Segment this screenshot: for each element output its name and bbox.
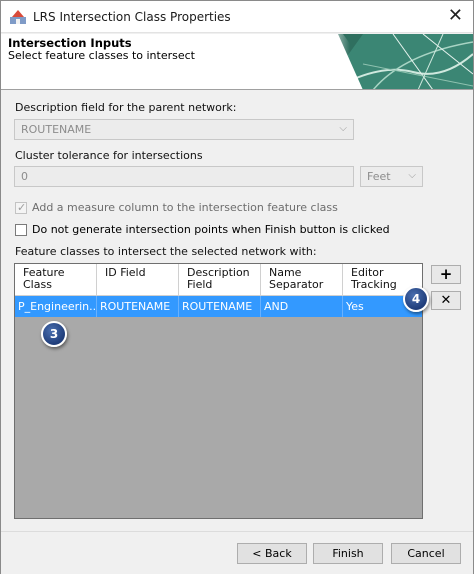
remove-feature-class-button[interactable]: ✕ (431, 291, 461, 310)
add-measure-label: Add a measure column to the intersection… (32, 201, 338, 214)
description-field-dropdown[interactable]: ROUTENAME ⌵ (14, 119, 354, 140)
banner-subtitle: Select feature classes to intersect (8, 49, 195, 62)
callout-badge-3: 3 (41, 321, 67, 347)
title-bar: LRS Intersection Class Properties ✕ (1, 1, 473, 33)
back-button[interactable]: < Back (237, 543, 307, 564)
column-header-editor-tracking: Editor Tracking (351, 266, 397, 291)
wizard-banner: Intersection Inputs Select feature class… (1, 34, 473, 90)
column-header[interactable]: ID Field (97, 264, 179, 296)
tolerance-unit-dropdown[interactable]: Feet ⌵ (360, 166, 423, 187)
add-measure-checkbox[interactable]: ✓ (15, 201, 27, 214)
cluster-tolerance-input[interactable]: 0 (14, 166, 354, 187)
cluster-tolerance-value: 0 (21, 170, 28, 183)
column-header-feature-class: Feature Class (23, 266, 65, 291)
delete-x-icon: ✕ (440, 293, 452, 308)
checkmark-icon: ✓ (17, 201, 27, 214)
cluster-tolerance-label: Cluster tolerance for intersections (15, 149, 203, 162)
cancel-button[interactable]: Cancel (391, 543, 461, 564)
dialog-footer: < Back Finish Cancel (1, 531, 473, 574)
lrs-app-icon (10, 10, 26, 24)
no-generate-label: Do not generate intersection points when… (32, 223, 390, 236)
window-title: LRS Intersection Class Properties (33, 10, 231, 24)
add-feature-class-button[interactable]: + (431, 265, 461, 284)
chevron-down-icon: ⌵ (339, 123, 347, 134)
finish-button[interactable]: Finish (313, 543, 383, 564)
callout-badge-4: 4 (403, 286, 429, 312)
feature-classes-label: Feature classes to intersect the selecte… (15, 245, 317, 258)
chevron-down-icon: ⌵ (408, 170, 416, 181)
table-row[interactable]: P_Engineerin... ROUTENAME ROUTENAME AND … (15, 296, 422, 317)
no-generate-checkbox[interactable] (15, 224, 27, 236)
banner-title: Intersection Inputs (8, 36, 132, 50)
table-cell[interactable]: P_Engineerin... (15, 296, 97, 317)
column-header-id-field: ID Field (105, 266, 146, 279)
feature-classes-grid[interactable]: Feature Class ID Field Description Field N… (14, 263, 423, 519)
grid-header: Feature Class ID Field Description Field N… (15, 264, 422, 296)
dialog-window: LRS Intersection Class Properties ✕ Inte… (0, 0, 474, 574)
tolerance-unit-value: Feet (367, 170, 391, 183)
column-header[interactable]: Feature Class (15, 264, 97, 296)
description-field-value: ROUTENAME (21, 123, 92, 136)
table-cell[interactable]: ROUTENAME (179, 296, 261, 317)
plus-icon: + (439, 265, 453, 283)
banner-map-graphic (323, 34, 473, 89)
table-cell[interactable]: AND (261, 296, 343, 317)
column-header-name-separator: Name Separator (269, 266, 324, 291)
column-header-description-field: Description Field (187, 266, 250, 291)
description-field-label: Description field for the parent network… (15, 101, 237, 114)
close-icon[interactable]: ✕ (448, 6, 463, 26)
column-header[interactable]: Description Field (179, 264, 261, 296)
column-header[interactable]: Name Separator (261, 264, 343, 296)
table-cell[interactable]: ROUTENAME (97, 296, 179, 317)
